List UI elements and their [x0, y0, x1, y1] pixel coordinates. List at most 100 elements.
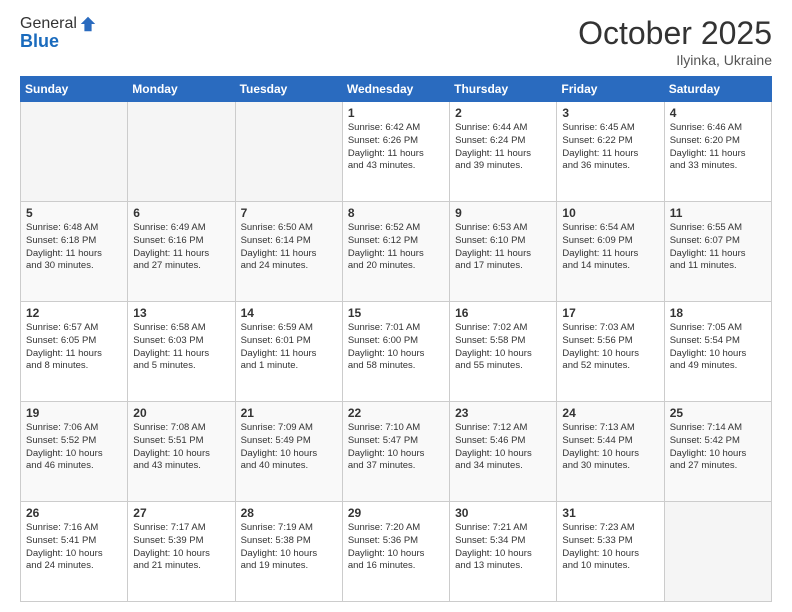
day-number: 5	[26, 206, 122, 220]
day-number: 25	[670, 406, 766, 420]
day-info: Sunrise: 7:20 AM Sunset: 5:36 PM Dayligh…	[348, 522, 444, 573]
day-cell: 29 Sunrise: 7:20 AM Sunset: 5:36 PM Dayli…	[342, 502, 449, 602]
weekday-header-row: Sunday Monday Tuesday Wednesday Thursday…	[21, 77, 772, 102]
header-sunday: Sunday	[21, 77, 128, 102]
day-number: 31	[562, 506, 658, 520]
logo-blue: Blue	[20, 31, 97, 52]
day-number: 13	[133, 306, 229, 320]
header-wednesday: Wednesday	[342, 77, 449, 102]
day-number: 23	[455, 406, 551, 420]
day-cell: 17Sunrise: 7:03 AM Sunset: 5:56 PM Dayli…	[557, 302, 664, 402]
day-number: 4	[670, 106, 766, 120]
day-cell: 23 Sunrise: 7:12 AM Sunset: 5:46 PM Dayli…	[450, 402, 557, 502]
day-number: 11	[670, 206, 766, 220]
day-number: 6	[133, 206, 229, 220]
month-title: October 2025	[578, 15, 772, 52]
day-number: 26	[26, 506, 122, 520]
day-cell: 13 Sunrise: 6:58 AM Sunset: 6:03 PM Dayli…	[128, 302, 235, 402]
day-cell	[128, 102, 235, 202]
day-info: Sunrise: 7:13 AM Sunset: 5:44 PM Dayligh…	[562, 422, 658, 473]
title-block: October 2025 Ilyinka, Ukraine	[578, 15, 772, 68]
day-cell: 28Sunrise: 7:19 AM Sunset: 5:38 PM Dayli…	[235, 502, 342, 602]
logo-icon	[79, 15, 97, 33]
day-info: Sunrise: 7:14 AM Sunset: 5:42 PM Dayligh…	[670, 422, 766, 473]
logo: General Blue	[20, 15, 97, 52]
header-saturday: Saturday	[664, 77, 771, 102]
day-cell	[235, 102, 342, 202]
day-cell: 27 Sunrise: 7:17 AM Sunset: 5:39 PM Dayli…	[128, 502, 235, 602]
day-cell: 1Sunrise: 6:42 AM Sunset: 6:26 PM Daylig…	[342, 102, 449, 202]
day-info: Sunrise: 7:16 AM Sunset: 5:41 PM Dayligh…	[26, 522, 122, 573]
day-number: 24	[562, 406, 658, 420]
day-cell: 8 Sunrise: 6:52 AM Sunset: 6:12 PM Daylig…	[342, 202, 449, 302]
day-cell: 20Sunrise: 7:08 AM Sunset: 5:51 PM Dayli…	[128, 402, 235, 502]
day-info: Sunrise: 6:59 AM Sunset: 6:01 PM Dayligh…	[241, 322, 337, 373]
day-info: Sunrise: 7:17 AM Sunset: 5:39 PM Dayligh…	[133, 522, 229, 573]
day-info: Sunrise: 6:54 AM Sunset: 6:09 PM Dayligh…	[562, 222, 658, 273]
day-info: Sunrise: 7:02 AM Sunset: 5:58 PM Dayligh…	[455, 322, 551, 373]
week-row-4: 19Sunrise: 7:06 AM Sunset: 5:52 PM Dayli…	[21, 402, 772, 502]
day-number: 19	[26, 406, 122, 420]
day-number: 7	[241, 206, 337, 220]
day-info: Sunrise: 7:01 AM Sunset: 6:00 PM Dayligh…	[348, 322, 444, 373]
header-thursday: Thursday	[450, 77, 557, 102]
day-number: 2	[455, 106, 551, 120]
day-cell: 3Sunrise: 6:45 AM Sunset: 6:22 PM Daylig…	[557, 102, 664, 202]
day-info: Sunrise: 7:08 AM Sunset: 5:51 PM Dayligh…	[133, 422, 229, 473]
day-cell: 12Sunrise: 6:57 AM Sunset: 6:05 PM Dayli…	[21, 302, 128, 402]
day-info: Sunrise: 7:09 AM Sunset: 5:49 PM Dayligh…	[241, 422, 337, 473]
day-number: 27	[133, 506, 229, 520]
day-cell: 30 Sunrise: 7:21 AM Sunset: 5:34 PM Dayli…	[450, 502, 557, 602]
day-info: Sunrise: 6:55 AM Sunset: 6:07 PM Dayligh…	[670, 222, 766, 273]
day-cell	[664, 502, 771, 602]
day-cell: 19Sunrise: 7:06 AM Sunset: 5:52 PM Dayli…	[21, 402, 128, 502]
day-cell: 25 Sunrise: 7:14 AM Sunset: 5:42 PM Dayli…	[664, 402, 771, 502]
day-info: Sunrise: 7:21 AM Sunset: 5:34 PM Dayligh…	[455, 522, 551, 573]
day-cell: 11 Sunrise: 6:55 AM Sunset: 6:07 PM Dayli…	[664, 202, 771, 302]
day-cell: 16 Sunrise: 7:02 AM Sunset: 5:58 PM Dayli…	[450, 302, 557, 402]
day-cell: 10 Sunrise: 6:54 AM Sunset: 6:09 PM Dayli…	[557, 202, 664, 302]
day-number: 22	[348, 406, 444, 420]
day-cell: 7 Sunrise: 6:50 AM Sunset: 6:14 PM Daylig…	[235, 202, 342, 302]
day-info: Sunrise: 6:58 AM Sunset: 6:03 PM Dayligh…	[133, 322, 229, 373]
day-cell: 4 Sunrise: 6:46 AM Sunset: 6:20 PM Daylig…	[664, 102, 771, 202]
header-monday: Monday	[128, 77, 235, 102]
day-info: Sunrise: 6:42 AM Sunset: 6:26 PM Dayligh…	[348, 122, 444, 173]
day-number: 8	[348, 206, 444, 220]
day-info: Sunrise: 6:52 AM Sunset: 6:12 PM Dayligh…	[348, 222, 444, 273]
day-number: 30	[455, 506, 551, 520]
week-row-5: 26 Sunrise: 7:16 AM Sunset: 5:41 PM Dayli…	[21, 502, 772, 602]
day-cell: 2Sunrise: 6:44 AM Sunset: 6:24 PM Daylig…	[450, 102, 557, 202]
day-number: 3	[562, 106, 658, 120]
header-tuesday: Tuesday	[235, 77, 342, 102]
day-number: 29	[348, 506, 444, 520]
day-number: 15	[348, 306, 444, 320]
day-info: Sunrise: 7:12 AM Sunset: 5:46 PM Dayligh…	[455, 422, 551, 473]
day-cell: 9Sunrise: 6:53 AM Sunset: 6:10 PM Daylig…	[450, 202, 557, 302]
header: General Blue October 2025 Ilyinka, Ukrai…	[20, 15, 772, 68]
day-cell: 31 Sunrise: 7:23 AM Sunset: 5:33 PM Dayli…	[557, 502, 664, 602]
day-number: 21	[241, 406, 337, 420]
day-number: 16	[455, 306, 551, 320]
day-cell: 24 Sunrise: 7:13 AM Sunset: 5:44 PM Dayli…	[557, 402, 664, 502]
day-info: Sunrise: 7:23 AM Sunset: 5:33 PM Dayligh…	[562, 522, 658, 573]
day-cell: 14Sunrise: 6:59 AM Sunset: 6:01 PM Dayli…	[235, 302, 342, 402]
day-info: Sunrise: 6:50 AM Sunset: 6:14 PM Dayligh…	[241, 222, 337, 273]
day-number: 10	[562, 206, 658, 220]
day-number: 18	[670, 306, 766, 320]
day-info: Sunrise: 6:48 AM Sunset: 6:18 PM Dayligh…	[26, 222, 122, 273]
day-info: Sunrise: 7:05 AM Sunset: 5:54 PM Dayligh…	[670, 322, 766, 373]
day-cell	[21, 102, 128, 202]
week-row-2: 5 Sunrise: 6:48 AM Sunset: 6:18 PM Daylig…	[21, 202, 772, 302]
day-cell: 5 Sunrise: 6:48 AM Sunset: 6:18 PM Daylig…	[21, 202, 128, 302]
day-info: Sunrise: 6:46 AM Sunset: 6:20 PM Dayligh…	[670, 122, 766, 173]
week-row-3: 12Sunrise: 6:57 AM Sunset: 6:05 PM Dayli…	[21, 302, 772, 402]
location-subtitle: Ilyinka, Ukraine	[578, 52, 772, 68]
day-number: 9	[455, 206, 551, 220]
day-number: 12	[26, 306, 122, 320]
page: General Blue October 2025 Ilyinka, Ukrai…	[0, 0, 792, 612]
day-info: Sunrise: 7:03 AM Sunset: 5:56 PM Dayligh…	[562, 322, 658, 373]
day-cell: 15 Sunrise: 7:01 AM Sunset: 6:00 PM Dayli…	[342, 302, 449, 402]
day-cell: 26 Sunrise: 7:16 AM Sunset: 5:41 PM Dayli…	[21, 502, 128, 602]
day-info: Sunrise: 7:10 AM Sunset: 5:47 PM Dayligh…	[348, 422, 444, 473]
